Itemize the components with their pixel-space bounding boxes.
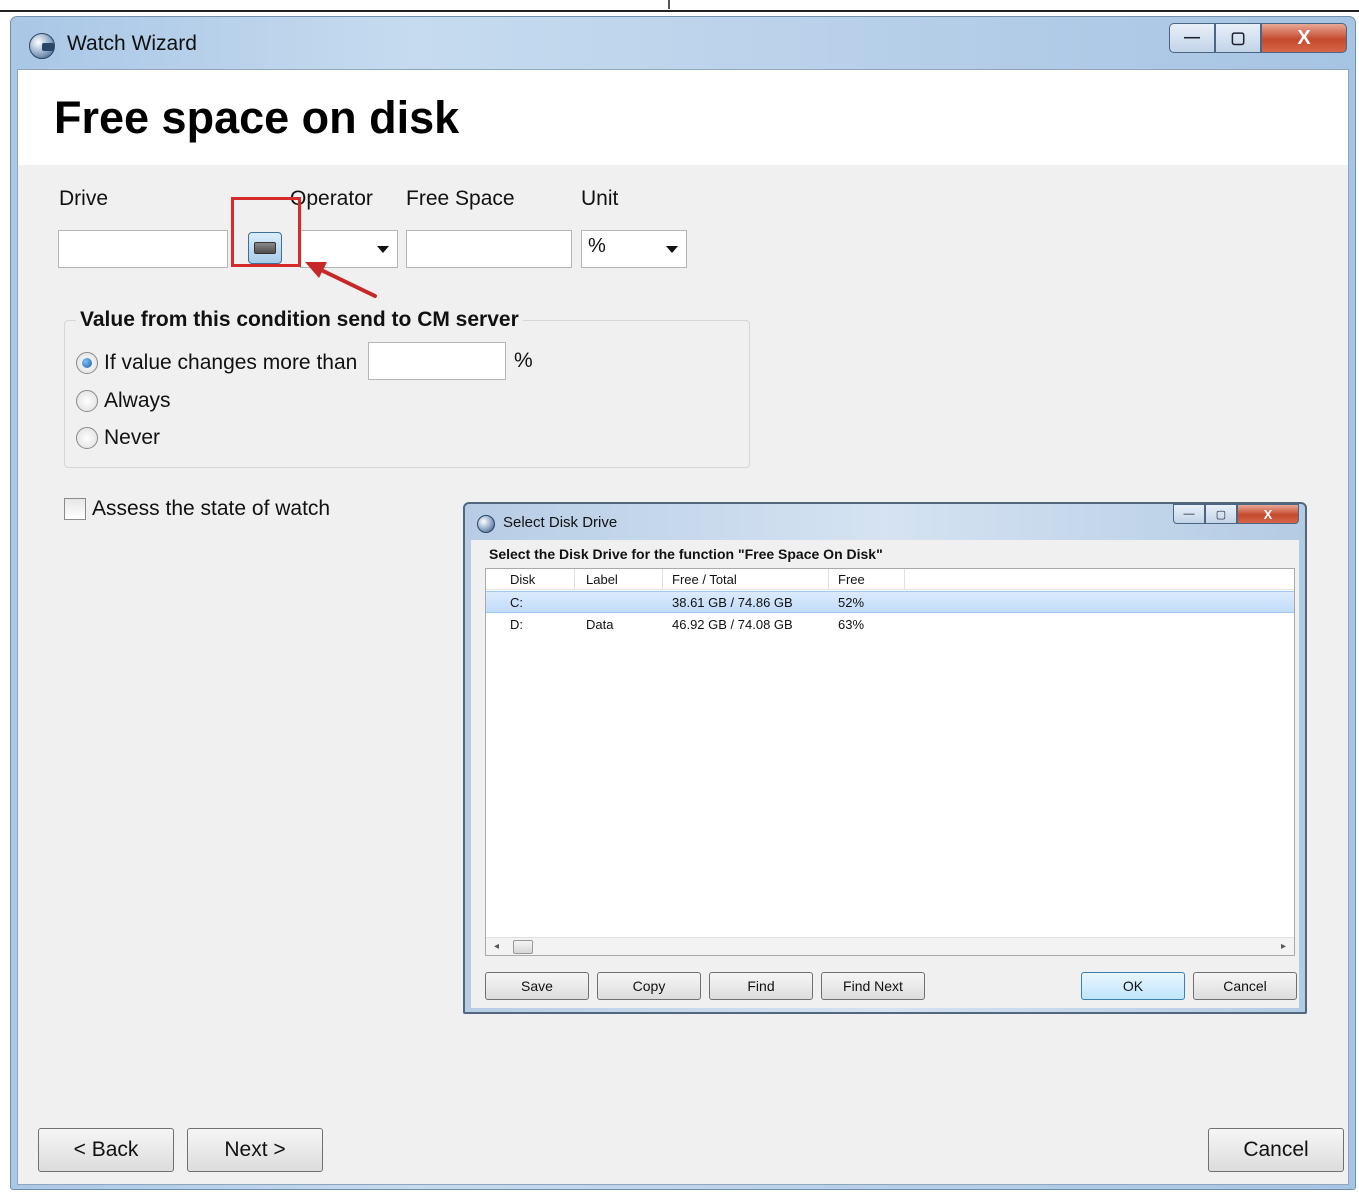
annotation-arrow-icon bbox=[305, 262, 377, 298]
radio-if-value-changes[interactable] bbox=[76, 352, 98, 374]
drive-label: Drive bbox=[59, 187, 109, 210]
dialog-cancel-button[interactable]: Cancel bbox=[1193, 972, 1297, 1000]
horizontal-scrollbar[interactable]: ◂ ▸ bbox=[486, 937, 1294, 955]
radio-never-label[interactable]: Never bbox=[104, 426, 160, 450]
column-separator bbox=[904, 569, 905, 590]
threshold-unit: % bbox=[514, 349, 533, 372]
dialog-minimize-button[interactable]: — bbox=[1173, 504, 1205, 524]
column-separator bbox=[828, 569, 829, 590]
dialog-client-area: Select the Disk Drive for the function "… bbox=[471, 540, 1299, 1008]
dialog-copy-button[interactable]: Copy bbox=[597, 972, 701, 1000]
column-label[interactable]: Label bbox=[586, 572, 618, 587]
highlight-box bbox=[231, 197, 301, 267]
free-cell: 52% bbox=[838, 595, 865, 610]
cancel-button[interactable]: Cancel bbox=[1208, 1128, 1344, 1172]
app-icon bbox=[29, 33, 55, 59]
page-title: Free space on disk bbox=[54, 92, 460, 143]
radio-never[interactable] bbox=[76, 427, 98, 449]
unit-combo[interactable]: % bbox=[581, 230, 687, 268]
dialog-find-next-button[interactable]: Find Next bbox=[821, 972, 925, 1000]
dialog-title: Select Disk Drive bbox=[503, 514, 618, 531]
dialog-maximize-button[interactable]: ▢ bbox=[1205, 504, 1237, 524]
back-button[interactable]: < Back bbox=[38, 1128, 174, 1172]
label-cell: Data bbox=[586, 617, 614, 632]
minimize-button[interactable]: — bbox=[1169, 23, 1215, 53]
close-button[interactable]: X bbox=[1261, 23, 1347, 53]
disk-cell: D: bbox=[510, 617, 523, 632]
watch-wizard-window: Watch Wizard — ▢ X Free space on disk Dr… bbox=[10, 16, 1356, 1190]
free-cell: 63% bbox=[838, 617, 865, 632]
top-border-line bbox=[0, 10, 1359, 12]
threshold-input[interactable] bbox=[368, 342, 506, 380]
column-disk[interactable]: Disk bbox=[510, 572, 535, 587]
radio-if-value-changes-label[interactable]: If value changes more than bbox=[104, 351, 357, 375]
dialog-close-button[interactable]: X bbox=[1237, 504, 1299, 524]
free-total-cell: 46.92 GB / 74.08 GB bbox=[672, 617, 793, 632]
assess-state-label[interactable]: Assess the state of watch bbox=[92, 497, 330, 521]
drive-input[interactable] bbox=[58, 230, 228, 268]
disk-list-header: Disk Label Free / Total Free bbox=[486, 569, 1294, 590]
free-total-cell: 38.61 GB / 74.86 GB bbox=[672, 595, 793, 610]
radio-always-label[interactable]: Always bbox=[104, 389, 171, 413]
unit-value: % bbox=[588, 235, 606, 257]
send-condition-legend: Value from this condition send to CM ser… bbox=[76, 308, 523, 332]
chevron-down-icon bbox=[666, 246, 678, 253]
disk-cell: C: bbox=[510, 595, 523, 610]
window-controls: — ▢ X bbox=[1169, 23, 1347, 55]
assess-state-checkbox[interactable] bbox=[64, 498, 86, 520]
title-bar[interactable]: Watch Wizard — ▢ X bbox=[11, 17, 1355, 69]
radio-always[interactable] bbox=[76, 390, 98, 412]
column-free-total[interactable]: Free / Total bbox=[672, 572, 737, 587]
disk-row-c[interactable]: C: 38.61 GB / 74.86 GB 52% bbox=[486, 591, 1294, 613]
disk-list[interactable]: Disk Label Free / Total Free C: 38.61 GB… bbox=[485, 568, 1295, 956]
column-separator bbox=[662, 569, 663, 590]
dialog-ok-button[interactable]: OK bbox=[1081, 972, 1185, 1000]
scroll-left-icon[interactable]: ◂ bbox=[494, 941, 499, 952]
column-separator bbox=[574, 569, 575, 590]
scrollbar-thumb[interactable] bbox=[513, 940, 533, 954]
header-band: Free space on disk bbox=[18, 70, 1348, 165]
maximize-button[interactable]: ▢ bbox=[1215, 23, 1261, 53]
select-disk-drive-dialog: Select Disk Drive — ▢ X Select the Disk … bbox=[463, 502, 1307, 1014]
wizard-client-area: Free space on disk Drive Operator Free S… bbox=[17, 69, 1349, 1185]
operator-label: Operator bbox=[290, 187, 373, 210]
free-space-label: Free Space bbox=[406, 187, 515, 210]
dialog-save-button[interactable]: Save bbox=[485, 972, 589, 1000]
dialog-find-button[interactable]: Find bbox=[709, 972, 813, 1000]
dialog-heading: Select the Disk Drive for the function "… bbox=[489, 546, 883, 562]
window-title: Watch Wizard bbox=[67, 32, 197, 55]
scroll-right-icon[interactable]: ▸ bbox=[1281, 941, 1286, 952]
disk-row-d[interactable]: D: Data 46.92 GB / 74.08 GB 63% bbox=[486, 614, 1294, 636]
unit-label: Unit bbox=[581, 187, 619, 210]
dialog-window-controls: — ▢ X bbox=[1173, 504, 1299, 524]
free-space-input[interactable] bbox=[406, 230, 572, 268]
chevron-down-icon bbox=[377, 246, 389, 253]
column-free[interactable]: Free bbox=[838, 572, 865, 587]
top-tick-mark bbox=[668, 0, 670, 9]
next-button[interactable]: Next > bbox=[187, 1128, 323, 1172]
dialog-app-icon bbox=[477, 515, 495, 533]
